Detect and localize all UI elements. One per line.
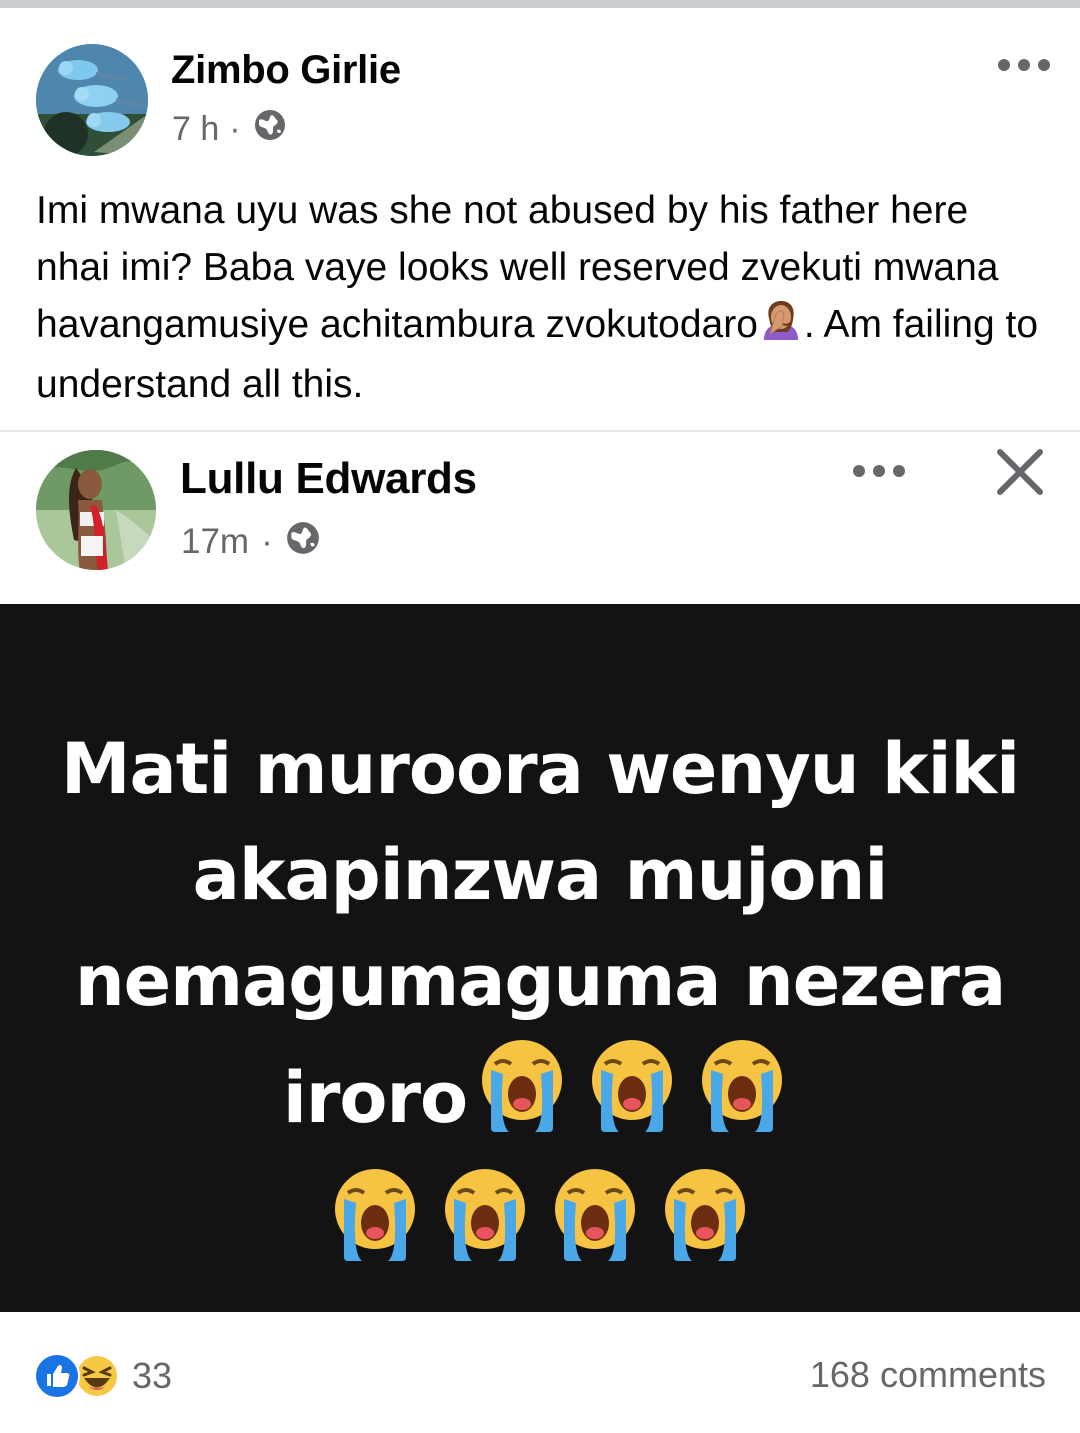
like-reaction-icon — [34, 1353, 80, 1399]
dot — [1038, 59, 1050, 71]
shared-post-timestamp[interactable]: 17m — [181, 522, 249, 562]
reaction-summary[interactable]: 33 — [34, 1352, 172, 1400]
shared-author-name[interactable]: Lullu Edwards — [180, 454, 477, 504]
dot — [998, 59, 1010, 71]
dot — [873, 465, 885, 477]
crying-emoji — [432, 1163, 538, 1292]
author-avatar[interactable] — [36, 44, 148, 156]
post-timestamp[interactable]: 7 h — [172, 110, 219, 149]
reaction-count: 33 — [132, 1355, 173, 1396]
crying-emoji — [469, 1034, 575, 1163]
shared-post-meta: 17m · — [181, 520, 321, 564]
comments-count-link[interactable]: 168 comments — [810, 1354, 1046, 1396]
facepalm-emoji — [760, 298, 802, 356]
dot — [1018, 59, 1030, 71]
crying-emoji — [322, 1163, 428, 1292]
dot — [893, 465, 905, 477]
crying-emoji — [542, 1163, 648, 1292]
meta-separator: · — [229, 109, 241, 148]
divider — [0, 430, 1080, 432]
crying-emoji — [652, 1163, 758, 1292]
shared-more-options-icon[interactable] — [853, 464, 905, 478]
haha-reaction-icon — [74, 1353, 120, 1399]
shared-image-text: Mati muroora wenyu kiki akapinzwa mujoni… — [40, 716, 1040, 1292]
post-meta: 7 h · — [172, 108, 287, 150]
globe-icon — [285, 520, 321, 565]
crying-emoji-group — [320, 1169, 760, 1268]
dot — [853, 465, 865, 477]
post-author-name[interactable]: Zimbo Girlie — [171, 48, 401, 93]
post-text: Imi mwana uyu was she not abused by his … — [36, 182, 1046, 413]
globe-icon — [253, 108, 287, 151]
shared-author-avatar[interactable] — [36, 450, 156, 570]
close-icon[interactable] — [994, 446, 1046, 498]
more-options-icon[interactable] — [998, 52, 1050, 78]
shared-post-image[interactable]: Mati muroora wenyu kiki akapinzwa mujoni… — [0, 604, 1080, 1312]
crying-emoji-group — [467, 1040, 797, 1139]
top-strip — [0, 0, 1080, 8]
crying-emoji — [579, 1034, 685, 1163]
crying-emoji — [689, 1034, 795, 1163]
meta-separator: · — [261, 522, 273, 561]
